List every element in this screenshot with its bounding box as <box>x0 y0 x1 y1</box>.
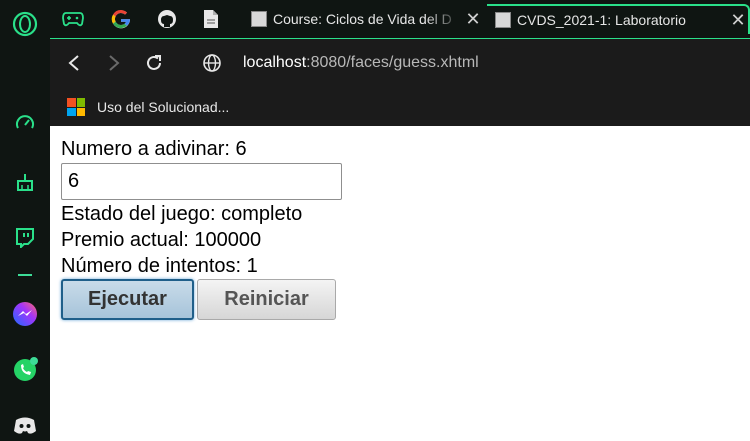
browser-toolbar: localhost:8080/faces/guess.xhtml <box>50 38 750 88</box>
course-favicon-icon <box>251 11 267 27</box>
speedometer-icon[interactable] <box>10 109 40 139</box>
whatsapp-icon[interactable] <box>10 355 40 385</box>
close-icon[interactable]: ✕ <box>463 9 483 30</box>
number-to-guess-text: Numero a adivinar: 6 <box>61 138 247 160</box>
github-icon[interactable] <box>150 5 184 33</box>
microsoft-logo-icon <box>67 98 85 116</box>
tab-strip: Course: Ciclos de Vida del D ✕ CVDS_2021… <box>50 0 750 38</box>
forward-icon[interactable] <box>102 51 126 75</box>
back-icon[interactable] <box>62 51 86 75</box>
bookmark-label: Uso del Solucionad... <box>97 99 230 115</box>
google-icon[interactable] <box>104 5 138 33</box>
url-path: :8080/faces/guess.xhtml <box>306 54 479 71</box>
tab-laboratorio[interactable]: CVDS_2021-1: Laboratorio ✕ <box>487 4 750 34</box>
close-icon[interactable]: ✕ <box>728 10 748 31</box>
tab-course[interactable]: Course: Ciclos de Vida del D ✕ <box>243 4 483 34</box>
twitch-icon[interactable] <box>10 222 40 252</box>
cleaner-icon[interactable] <box>10 167 40 197</box>
messenger-icon[interactable] <box>10 299 40 329</box>
address-bar-url[interactable]: localhost:8080/faces/guess.xhtml <box>243 54 479 72</box>
sidebar-separator <box>18 274 32 276</box>
lab-favicon-icon <box>495 12 511 28</box>
page-content: Numero a adivinar: 6 Estado del juego: c… <box>50 126 750 441</box>
reset-button[interactable]: Reiniciar <box>197 279 336 320</box>
gamepad-icon[interactable] <box>56 5 90 33</box>
bookmarks-bar: Uso del Solucionad... <box>50 88 750 126</box>
browser-sidebar <box>0 0 50 441</box>
opera-logo-icon[interactable] <box>10 9 40 39</box>
tab-title: CVDS_2021-1: Laboratorio <box>517 12 686 28</box>
game-status-text: Estado del juego: completo <box>61 203 303 225</box>
discord-icon[interactable] <box>10 410 40 440</box>
guess-input[interactable] <box>61 163 342 200</box>
tab-title: Course: Ciclos de Vida del D <box>273 11 452 27</box>
attempts-text: Número de intentos: 1 <box>61 255 258 277</box>
url-host: localhost <box>243 54 307 71</box>
execute-button[interactable]: Ejecutar <box>61 279 194 320</box>
bookmark-item[interactable]: Uso del Solucionad... <box>67 94 229 120</box>
current-prize-text: Premio actual: 100000 <box>61 229 262 251</box>
reload-icon[interactable] <box>142 51 166 75</box>
document-icon[interactable] <box>194 5 228 33</box>
globe-icon[interactable] <box>202 53 222 73</box>
